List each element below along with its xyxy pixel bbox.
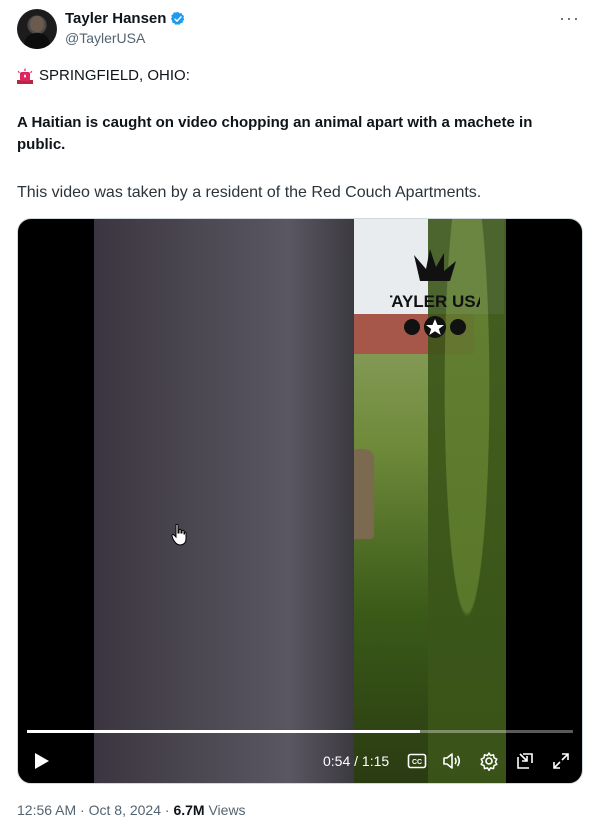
- captions-label: CC: [412, 759, 422, 766]
- author-avatar[interactable]: [17, 9, 57, 49]
- author-handle[interactable]: @TaylerUSA: [65, 30, 145, 46]
- cursor-icon: [171, 523, 187, 551]
- video-player[interactable]: TAYLER USA 0:54 / 1:15 CC: [17, 218, 583, 784]
- tweet-date[interactable]: Oct 8, 2024: [89, 802, 161, 818]
- tweet-time[interactable]: 12:56 AM: [17, 802, 76, 818]
- meta-separator: ·: [80, 802, 89, 818]
- video-progress-bar[interactable]: [27, 730, 573, 733]
- captions-icon[interactable]: CC: [407, 751, 427, 771]
- tweet-line-1: SPRINGFIELD, OHIO:: [17, 65, 583, 87]
- more-icon[interactable]: ···: [559, 8, 580, 29]
- author-name-row[interactable]: Tayler Hansen: [65, 10, 186, 27]
- play-icon[interactable]: [34, 752, 50, 775]
- settings-icon[interactable]: [479, 751, 499, 772]
- siren-icon: [17, 68, 33, 84]
- verified-badge-icon: [170, 11, 186, 27]
- tweet-meta: 12:56 AM · Oct 8, 2024 · 6.7M Views: [17, 802, 246, 818]
- watermark-logo: TAYLER USA: [382, 247, 488, 341]
- tweet-line-1-text: SPRINGFIELD, OHIO:: [39, 67, 190, 84]
- video-controls: 0:54 / 1:15 CC: [18, 743, 582, 779]
- views-label: Views: [208, 802, 246, 818]
- fullscreen-icon[interactable]: [551, 751, 571, 771]
- volume-icon[interactable]: [442, 751, 462, 771]
- author-name[interactable]: Tayler Hansen: [65, 10, 166, 27]
- video-progress-fill: [27, 730, 421, 733]
- watermark-text: TAYLER USA: [390, 292, 480, 311]
- tweet-line-3: This video was taken by a resident of th…: [17, 184, 482, 201]
- tweet-line-2: A Haitian is caught on video chopping an…: [17, 114, 533, 153]
- video-time: 0:54 / 1:15: [323, 753, 390, 769]
- pip-icon[interactable]: [515, 751, 535, 771]
- video-foreground-wall: [94, 219, 354, 783]
- views-count: 6.7M: [173, 802, 205, 818]
